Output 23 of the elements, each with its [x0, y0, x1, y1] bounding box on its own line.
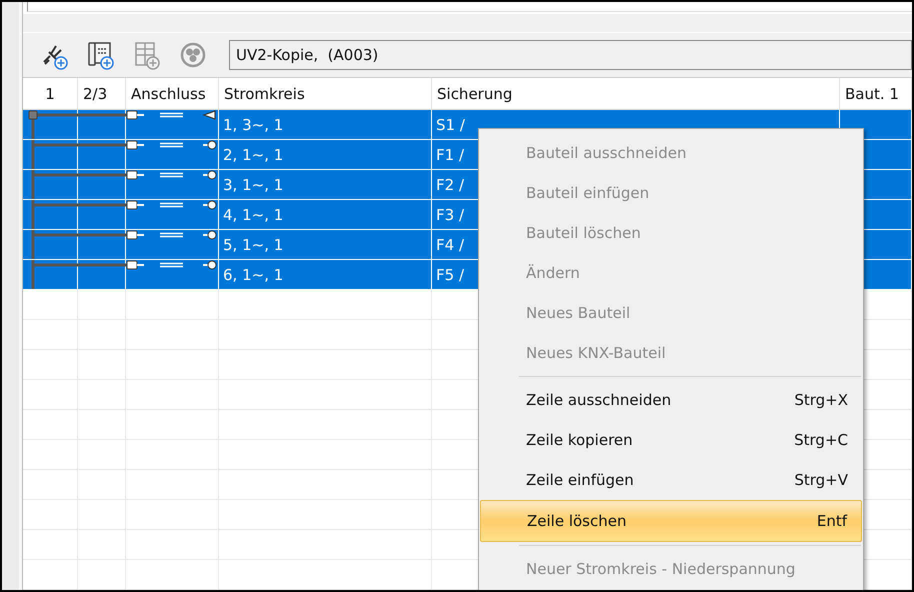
column-header[interactable]: Baut. 1 — [840, 78, 912, 109]
table-cell: 3, 1~, 1 — [223, 176, 284, 194]
table-cell: S1 / — [436, 116, 465, 134]
table-cell: 6, 1~, 1 — [223, 266, 284, 284]
menu-item[interactable]: Zeile kopieren Strg+C — [480, 420, 862, 460]
menu-item[interactable]: Zeile einfügen Strg+V — [480, 460, 862, 500]
table-cell: F5 / — [436, 266, 464, 284]
table-cell: 4, 1~, 1 — [223, 206, 284, 224]
table-cell: F4 / — [436, 236, 464, 254]
column-header[interactable]: 1 — [23, 78, 78, 109]
table-cell: F3 / — [436, 206, 464, 224]
table-cell: 2, 1~, 1 — [223, 146, 284, 164]
circuit-field[interactable]: UV2-Kopie, (A003) — [229, 40, 912, 70]
table-cell: F1 / — [436, 146, 464, 164]
table-cell: 1, 3~, 1 — [223, 116, 284, 134]
table-cell: F2 / — [436, 176, 464, 194]
column-header[interactable]: Anschluss — [126, 78, 219, 109]
column-header[interactable]: Sicherung — [432, 78, 840, 109]
column-header[interactable]: Stromkreis — [219, 78, 432, 109]
menu-item[interactable]: Zeile löschen Entf — [480, 500, 862, 542]
column-header[interactable]: 2/3 — [78, 78, 126, 109]
menu-item[interactable]: Zeile ausschneiden Strg+X — [480, 380, 862, 420]
table-cell: 5, 1~, 1 — [223, 236, 284, 254]
